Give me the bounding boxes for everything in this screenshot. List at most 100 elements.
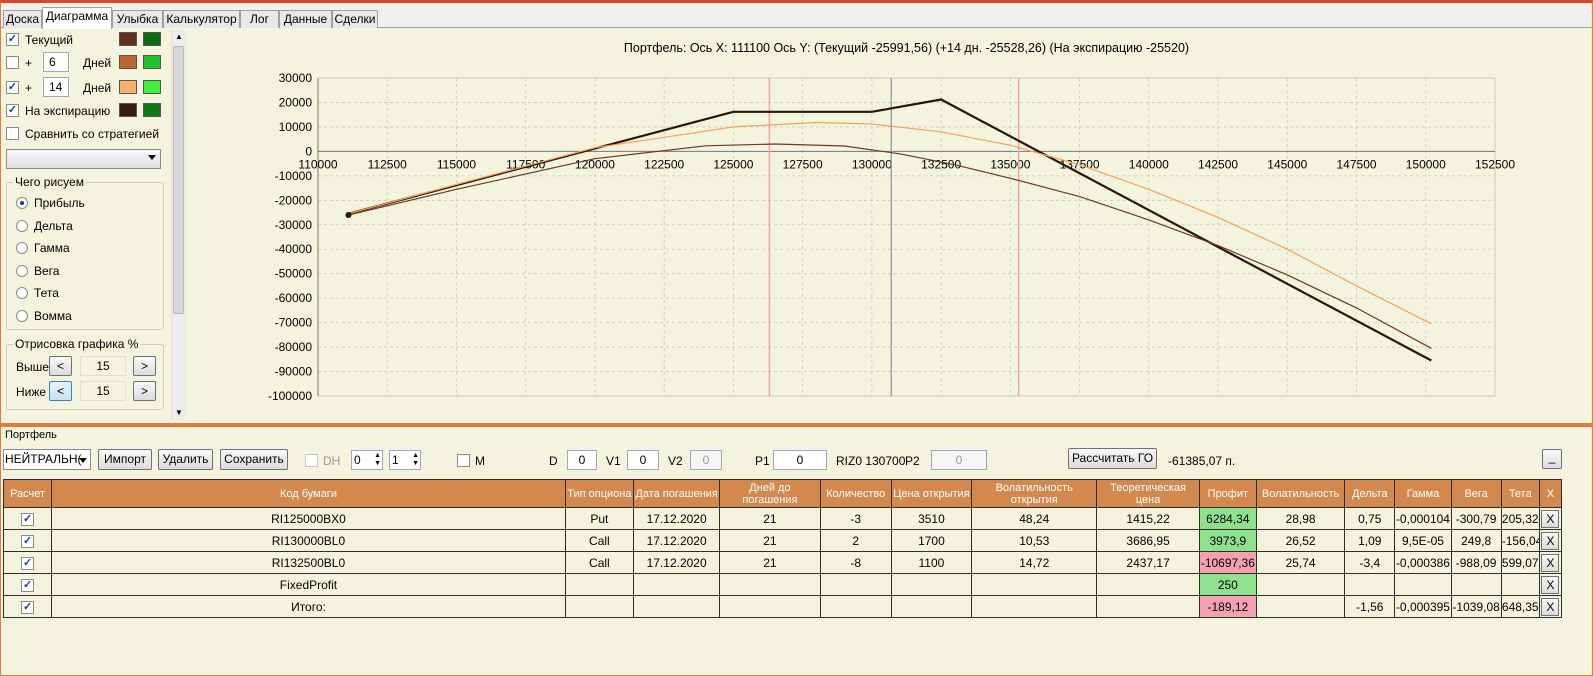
cell-open-price bbox=[890, 595, 973, 618]
tab-data[interactable]: Данные bbox=[279, 10, 332, 28]
spin-arrows-icon[interactable]: ▲ ▼ bbox=[412, 452, 419, 468]
current-color-2[interactable] bbox=[143, 32, 161, 46]
calc-cell: ✓ bbox=[2, 529, 53, 552]
save-button[interactable]: Сохранить bbox=[220, 449, 288, 470]
col-vega[interactable]: Вега bbox=[1450, 479, 1502, 508]
dh-spinner-2[interactable]: 1 ▲ ▼ bbox=[389, 450, 421, 470]
strategy-dropdown[interactable] bbox=[6, 149, 161, 169]
tab-calculator[interactable]: Калькулятор bbox=[163, 10, 240, 28]
y-tick-label: 10000 bbox=[279, 120, 313, 134]
table-row[interactable]: ✓ Итого: -189,12 -1,56 -0,000395 -1039,08 648,… bbox=[2, 595, 1563, 618]
scroll-up-icon[interactable]: ▲ bbox=[175, 32, 183, 41]
expiration-color-2[interactable] bbox=[143, 103, 161, 117]
m-checkbox[interactable] bbox=[457, 454, 470, 467]
minimize-button[interactable]: _ bbox=[1542, 449, 1562, 469]
calc-checkbox[interactable]: ✓ bbox=[21, 600, 35, 614]
tab-log[interactable]: Лог bbox=[240, 10, 279, 28]
table-row[interactable]: ✓ RI130000BL0 Call 17.12.2020 21 2 1700 10,53 36… bbox=[2, 529, 1563, 552]
days6-checkbox[interactable] bbox=[6, 56, 19, 69]
remove-row-button[interactable]: X bbox=[1541, 597, 1560, 616]
calc-checkbox[interactable]: ✓ bbox=[21, 512, 35, 526]
tab-smile[interactable]: Улыбка bbox=[112, 10, 163, 28]
dh-checkbox[interactable] bbox=[305, 454, 318, 467]
p1-input[interactable]: 0 bbox=[773, 450, 827, 470]
draw-percent-title: Отрисовка графика % bbox=[13, 337, 141, 351]
col-profit[interactable]: Профит bbox=[1198, 479, 1257, 508]
tab-diagram[interactable]: Диаграмма bbox=[42, 7, 112, 29]
import-button[interactable]: Импорт bbox=[98, 449, 152, 470]
calc-checkbox[interactable]: ✓ bbox=[21, 534, 35, 548]
panel-scrollbar[interactable]: ▲ ▼ bbox=[171, 30, 185, 420]
scrollbar-thumb[interactable] bbox=[173, 46, 184, 314]
draw-group-title: Чего рисуем bbox=[13, 175, 86, 189]
cell-expiry-date bbox=[632, 573, 721, 596]
col-open-price[interactable]: Цена открытия bbox=[890, 479, 973, 508]
table-row[interactable]: ✓ FixedProfit 250 X bbox=[2, 573, 1563, 596]
radio-vega[interactable] bbox=[16, 265, 28, 277]
scroll-down-icon[interactable]: ▼ bbox=[175, 408, 183, 417]
col-theoretical-price[interactable]: Теоретическая цена bbox=[1096, 479, 1200, 508]
radio-theta[interactable] bbox=[16, 287, 28, 299]
tab-deals[interactable]: Сделки bbox=[332, 10, 378, 28]
col-quantity[interactable]: Количество bbox=[819, 479, 892, 508]
current-color-1[interactable] bbox=[119, 32, 137, 46]
table-header-row: Расчет Код бумаги Тип опциона Дата погаш… bbox=[2, 479, 1563, 508]
splitter[interactable] bbox=[1, 423, 1593, 427]
col-gamma[interactable]: Гамма bbox=[1394, 479, 1452, 508]
radio-profit[interactable] bbox=[16, 197, 28, 209]
col-option-type[interactable]: Тип опциона bbox=[564, 479, 635, 508]
compare-checkbox[interactable] bbox=[6, 127, 19, 140]
col-delta[interactable]: Дельта bbox=[1344, 479, 1396, 508]
days14-input[interactable]: 14 bbox=[43, 77, 69, 97]
v1-input[interactable]: 0 bbox=[627, 450, 659, 470]
expiration-color-1[interactable] bbox=[119, 103, 137, 117]
calc-checkbox[interactable]: ✓ bbox=[21, 578, 35, 592]
below-decrease-button[interactable]: < bbox=[49, 381, 72, 401]
col-code[interactable]: Код бумаги bbox=[51, 479, 566, 508]
radio-gamma[interactable] bbox=[16, 242, 28, 254]
spin-arrows-icon[interactable]: ▲ ▼ bbox=[374, 452, 381, 468]
below-increase-button[interactable]: > bbox=[133, 381, 156, 401]
remove-row-button[interactable]: X bbox=[1541, 553, 1560, 572]
calculate-go-button[interactable]: Рассчитать ГО bbox=[1068, 448, 1157, 469]
x-tick-label: 140000 bbox=[1129, 157, 1169, 171]
expiration-checkbox[interactable]: ✓ bbox=[6, 104, 19, 117]
above-value[interactable]: 15 bbox=[80, 356, 126, 376]
col-expiry-date[interactable]: Дата погашения bbox=[632, 479, 721, 508]
remove-row-button[interactable]: X bbox=[1541, 575, 1560, 594]
table-row[interactable]: ✓ RI132500BL0 Call 17.12.2020 21 -8 1100 14,72 2… bbox=[2, 551, 1563, 574]
dh-spinner-1[interactable]: 0 ▲ ▼ bbox=[351, 450, 383, 470]
strategy-select[interactable]: НЕЙТРАЛЬН( bbox=[3, 449, 91, 470]
radio-vomma[interactable] bbox=[16, 310, 28, 322]
days14-color-1[interactable] bbox=[119, 80, 137, 94]
v2-input[interactable]: 0 bbox=[690, 450, 722, 470]
calc-cell: ✓ bbox=[2, 551, 53, 574]
col-days-to-expiry[interactable]: Дней до погашения bbox=[719, 479, 821, 508]
days14-color-2[interactable] bbox=[143, 80, 161, 94]
table-row[interactable]: ✓ RI125000BX0 Put 17.12.2020 21 -3 3510 48,24 14… bbox=[2, 507, 1563, 530]
days6-color-2[interactable] bbox=[143, 55, 161, 69]
x-tick-label: 112500 bbox=[368, 157, 407, 171]
col-calc[interactable]: Расчет bbox=[2, 479, 53, 508]
days6-color-1[interactable] bbox=[119, 55, 137, 69]
remove-row-button[interactable]: X bbox=[1541, 509, 1560, 528]
col-theta[interactable]: Тета bbox=[1500, 479, 1540, 508]
col-volatility[interactable]: Волатильность bbox=[1255, 479, 1346, 508]
tab-board[interactable]: Доска bbox=[3, 10, 42, 28]
cell-quantity: -8 bbox=[819, 551, 892, 574]
calc-checkbox[interactable]: ✓ bbox=[21, 556, 35, 570]
delete-button[interactable]: Удалить bbox=[158, 449, 213, 470]
col-open-volatility[interactable]: Волатильность открытия bbox=[971, 479, 1098, 508]
y-tick-label: -90000 bbox=[275, 365, 313, 379]
days6-input[interactable]: 6 bbox=[43, 52, 69, 72]
radio-delta[interactable] bbox=[16, 220, 28, 232]
p2-input[interactable]: 0 bbox=[931, 450, 987, 470]
cell-code: FixedProfit bbox=[51, 573, 566, 596]
above-decrease-button[interactable]: < bbox=[49, 356, 72, 376]
d-input[interactable]: 0 bbox=[567, 450, 597, 470]
remove-row-button[interactable]: X bbox=[1541, 531, 1560, 550]
current-checkbox[interactable]: ✓ bbox=[6, 33, 19, 46]
below-value[interactable]: 15 bbox=[80, 381, 126, 401]
days14-checkbox[interactable]: ✓ bbox=[6, 81, 19, 94]
above-increase-button[interactable]: > bbox=[133, 356, 156, 376]
